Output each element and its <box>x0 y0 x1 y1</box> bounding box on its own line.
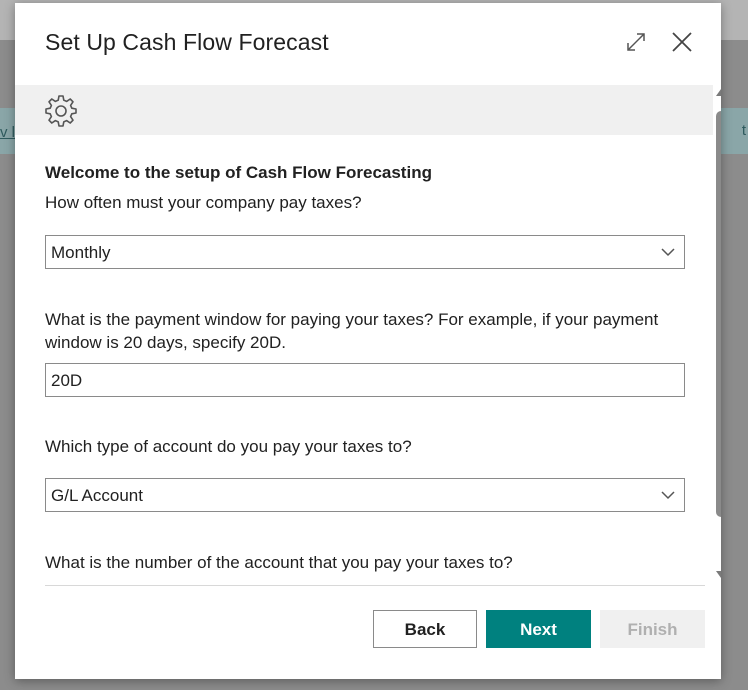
tax-frequency-select[interactable]: Monthly <box>45 235 685 269</box>
background-link-fragment: v l <box>0 124 15 141</box>
back-button[interactable]: Back <box>373 610 477 648</box>
next-button[interactable]: Next <box>486 610 591 648</box>
expand-button[interactable] <box>623 29 649 55</box>
tax-frequency-label: How often must your company pay taxes? <box>45 193 362 212</box>
gear-icon <box>45 95 77 127</box>
account-type-label: Which type of account do you pay your ta… <box>45 437 412 456</box>
scroll-thumb[interactable] <box>716 111 721 517</box>
close-icon <box>672 32 692 52</box>
dialog-content: Welcome to the setup of Cash Flow Foreca… <box>15 135 713 585</box>
welcome-heading: Welcome to the setup of Cash Flow Foreca… <box>45 163 432 182</box>
chevron-down-icon <box>661 248 675 257</box>
dialog-title: Set Up Cash Flow Forecast <box>45 29 329 55</box>
background-text-fragment: t <box>741 122 746 139</box>
dialog-toolbar <box>15 85 713 135</box>
chevron-down-icon <box>661 491 675 500</box>
payment-window-label: What is the payment window for paying yo… <box>45 310 659 352</box>
tax-frequency-value: Monthly <box>51 243 111 262</box>
setup-dialog: Set Up Cash Flow Forecast Welcome to the… <box>15 3 721 679</box>
content-scrollbar[interactable] <box>716 89 721 583</box>
payment-window-input[interactable]: 20D <box>45 363 685 397</box>
dialog-header: Set Up Cash Flow Forecast <box>15 3 721 85</box>
account-type-select[interactable]: G/L Account <box>45 478 685 512</box>
scroll-up-arrow[interactable] <box>716 89 721 96</box>
close-button[interactable] <box>667 27 697 57</box>
account-type-value: G/L Account <box>51 486 143 505</box>
settings-button[interactable] <box>44 94 78 128</box>
account-number-label: What is the number of the account that y… <box>45 553 513 572</box>
expand-icon <box>627 33 645 51</box>
footer-divider <box>45 585 705 586</box>
scroll-down-arrow[interactable] <box>716 571 721 578</box>
payment-window-value: 20D <box>51 371 83 390</box>
finish-button[interactable]: Finish <box>600 610 705 648</box>
